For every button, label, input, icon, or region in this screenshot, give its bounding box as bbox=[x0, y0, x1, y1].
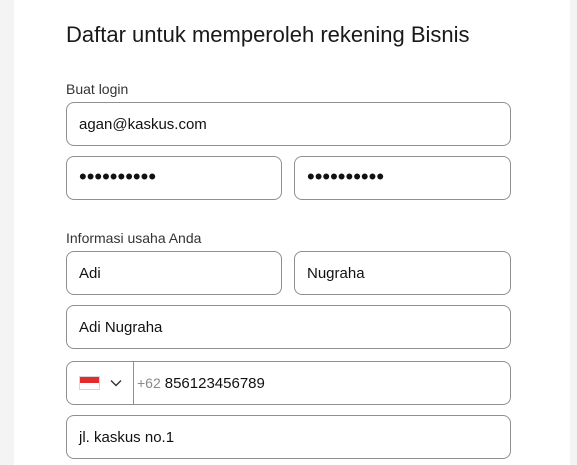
address-field[interactable]: jl. kaskus no.1 bbox=[66, 415, 511, 459]
phone-number-value: 856123456789 bbox=[164, 374, 265, 392]
password-value: •••••••••• bbox=[79, 164, 157, 189]
confirm-password-field[interactable]: •••••••••• bbox=[294, 156, 511, 200]
address-value: jl. kaskus no.1 bbox=[79, 428, 175, 446]
first-name-value: Adi bbox=[79, 264, 101, 282]
phone-prefix: +62 bbox=[137, 375, 161, 391]
business-name-value: Adi Nugraha bbox=[79, 318, 163, 336]
indonesia-flag-icon bbox=[79, 376, 100, 390]
chevron-down-icon bbox=[110, 379, 122, 387]
password-field[interactable]: •••••••••• bbox=[66, 156, 282, 200]
page-title: Daftar untuk memperoleh rekening Bisnis bbox=[66, 22, 470, 47]
first-name-field[interactable]: Adi bbox=[66, 251, 282, 295]
confirm-password-value: •••••••••• bbox=[307, 164, 385, 189]
country-selector[interactable] bbox=[67, 362, 134, 404]
login-section-label: Buat login bbox=[66, 81, 129, 97]
email-field[interactable]: agan@kaskus.com bbox=[66, 102, 511, 146]
phone-number-area[interactable]: +62 856123456789 bbox=[137, 362, 265, 404]
phone-field[interactable]: +62 856123456789 bbox=[66, 361, 511, 405]
signup-card: Daftar untuk memperoleh rekening Bisnis … bbox=[14, 0, 570, 465]
email-value: agan@kaskus.com bbox=[79, 115, 207, 133]
last-name-field[interactable]: Nugraha bbox=[294, 251, 511, 295]
business-section-label: Informasi usaha Anda bbox=[66, 230, 202, 246]
last-name-value: Nugraha bbox=[307, 264, 365, 282]
business-name-field[interactable]: Adi Nugraha bbox=[66, 305, 511, 349]
